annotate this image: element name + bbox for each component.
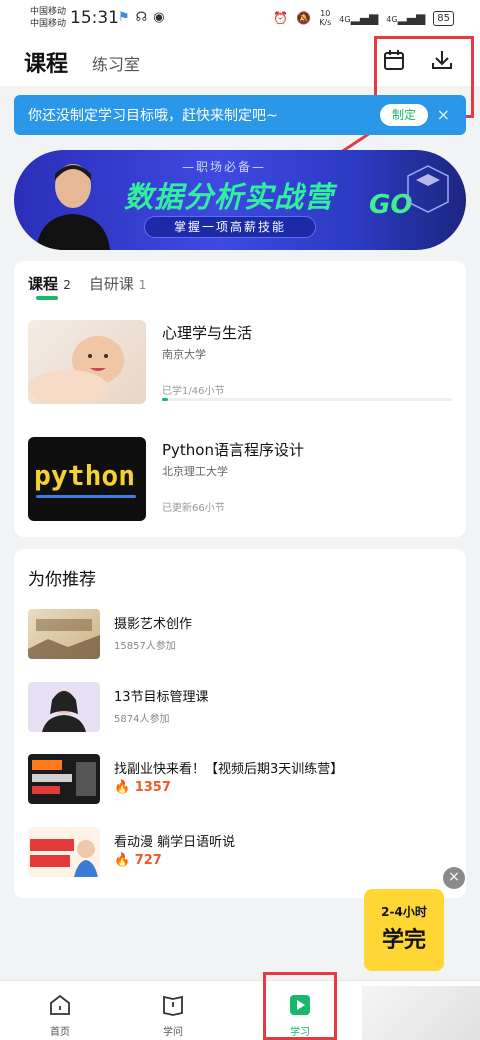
recommend-hot: 🔥 1357 <box>114 780 171 795</box>
instructor-avatar <box>36 164 110 250</box>
python-logo-text: python <box>34 459 136 492</box>
tab-self-developed-label: 自研课 <box>88 275 134 293</box>
ad-headline: 数据分析实战营 <box>124 180 335 214</box>
book-icon <box>163 995 183 1016</box>
recommend-card: 为你推荐 摄影艺术创作 15857人参加 13节目标管理课 5874人参加 找副… <box>14 549 466 898</box>
course-school: 北京理工大学 <box>162 465 228 478</box>
recommend-thumbnail <box>28 609 100 659</box>
course-item[interactable]: python Python语言程序设计 北京理工大学 已更新66小节 <box>28 437 452 521</box>
home-icon <box>50 994 70 1015</box>
goal-banner-text: 你还没制定学习目标哦，赶快来制定吧~ <box>28 108 278 124</box>
recommend-item[interactable]: 找副业快来看！【视频后期3天训练营】 🔥 1357 <box>28 754 452 804</box>
recommend-title: 为你推荐 <box>28 570 96 590</box>
recommend-item[interactable]: 13节目标管理课 5874人参加 <box>28 682 452 732</box>
recommend-name: 13节目标管理课 <box>114 690 209 705</box>
set-goal-button[interactable]: 制定 <box>380 104 428 126</box>
highlight-box-nav <box>263 972 337 1040</box>
recommend-name: 看动漫 躺学日语听说 <box>114 835 236 850</box>
thumb-wave <box>36 495 136 498</box>
course-update-text: 已更新66小节 <box>162 503 225 514</box>
recommend-thumbnail <box>28 754 100 804</box>
tab-courses[interactable]: 课程 2 <box>28 273 71 300</box>
course-school: 南京大学 <box>162 348 206 361</box>
video-course-image <box>32 760 96 796</box>
course-item[interactable]: 心理学与生活 南京大学 已学1/46小节 <box>28 320 452 404</box>
recommend-name: 摄影艺术创作 <box>114 617 193 632</box>
course-tabs: 课程 2 自研课 1 <box>28 273 146 300</box>
course-progress-text: 已学1/46小节 <box>162 386 225 397</box>
promo-float[interactable]: 2-4小时 学完 <box>364 889 444 971</box>
nav-home[interactable]: 首页 <box>25 981 95 1040</box>
course-card: 课程 2 自研课 1 心理学与生活 南京大学 已学1/46小节 python P… <box>14 261 466 537</box>
watermark <box>362 986 480 1040</box>
recommend-name: 找副业快来看！【视频后期3天训练营】 <box>114 762 344 777</box>
instructor-photo <box>42 690 86 732</box>
recommend-hot: 🔥 727 <box>114 853 162 868</box>
promo-top-text: 2-4小时 <box>381 905 427 919</box>
goal-banner[interactable]: 你还没制定学习目标哦，赶快来制定吧~ 制定 × <box>14 95 466 135</box>
tab-self-developed-count: 1 <box>138 278 147 292</box>
recommend-item[interactable]: 摄影艺术创作 15857人参加 <box>28 609 452 659</box>
tab-courses-label: 课程 <box>28 275 59 293</box>
recommend-thumbnail <box>28 827 100 877</box>
tab-courses-count: 2 <box>63 278 71 292</box>
fire-icon: 🔥 <box>114 853 131 868</box>
photography-image <box>28 619 100 659</box>
close-icon[interactable]: × <box>437 105 450 124</box>
nav-home-label: 首页 <box>50 1027 70 1038</box>
promo-close-icon[interactable]: × <box>443 867 465 889</box>
course-name: 心理学与生活 <box>162 324 253 342</box>
course-progress-fill <box>162 398 169 401</box>
recommend-hot-count: 1357 <box>134 780 171 795</box>
tab-self-developed[interactable]: 自研课 1 <box>89 273 146 294</box>
recommend-participants: 5874人参加 <box>114 714 170 725</box>
nav-xuewen[interactable]: 学问 <box>138 981 208 1040</box>
ad-banner[interactable]: —职场必备— 数据分析实战营 掌握一项高薪技能 GO <box>14 150 466 250</box>
nav-xuewen-label: 学问 <box>163 1027 183 1038</box>
recommend-hot-count: 727 <box>134 853 162 868</box>
ad-subtitle: —职场必备— <box>182 160 267 174</box>
course-thumbnail <box>28 320 146 404</box>
japanese-course-image <box>30 839 98 877</box>
course-thumbnail: python <box>28 437 146 521</box>
promo-main-text: 学完 <box>381 928 426 953</box>
course-progress-bar <box>162 398 452 401</box>
cube-icon <box>407 165 449 213</box>
fire-icon: 🔥 <box>114 780 131 795</box>
course-name: Python语言程序设计 <box>162 441 304 459</box>
baby-image <box>28 336 124 404</box>
ad-tagline: 掌握一项高薪技能 <box>144 216 316 238</box>
recommend-thumbnail <box>28 682 100 732</box>
recommend-item[interactable]: 看动漫 躺学日语听说 🔥 727 <box>28 827 452 877</box>
recommend-participants: 15857人参加 <box>114 641 176 652</box>
